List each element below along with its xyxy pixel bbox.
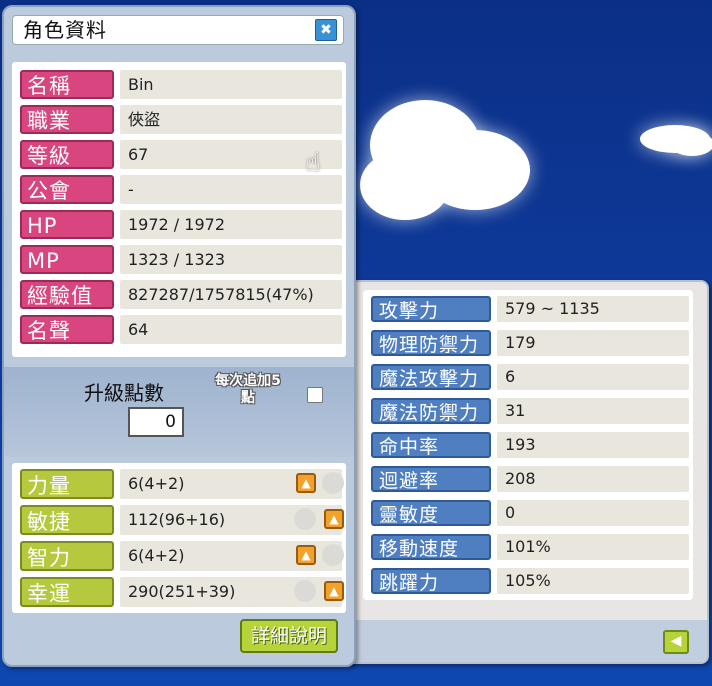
detail-row-accuracy: 命中率 193 <box>371 430 689 460</box>
profile-section: 名稱 Bin 職業 俠盜 等級 67 公會 - HP 1972 / 1972 M… <box>12 62 346 357</box>
cloud <box>360 150 450 220</box>
detail-value: 0 <box>497 500 689 526</box>
detail-label: 命中率 <box>371 432 491 458</box>
auto-add-label: 每次追加5 點 <box>215 373 281 406</box>
profile-label: 名稱 <box>20 70 114 99</box>
detail-row-hands: 靈敏度 0 <box>371 498 689 528</box>
arrow-up-icon: ▲ <box>329 512 339 526</box>
empty-slot <box>294 580 316 602</box>
detail-value: 6 <box>497 364 689 390</box>
detail-row-magic-attack: 魔法攻擊力 6 <box>371 362 689 392</box>
profile-value: 1972 / 1972 <box>120 210 342 239</box>
stat-label: 幸運 <box>20 577 114 607</box>
detail-label: 靈敏度 <box>371 500 491 526</box>
auto-add-checkbox[interactable] <box>307 387 323 403</box>
detail-value: 208 <box>497 466 689 492</box>
stat-row-str: 力量 6(4+2) ▲ <box>20 467 344 502</box>
detail-row-magic-defense: 魔法防禦力 31 <box>371 396 689 426</box>
profile-value: 827287/1757815(47%) <box>120 280 342 309</box>
profile-label: 名聲 <box>20 315 114 344</box>
close-x-icon: ✖ <box>320 22 332 38</box>
profile-value: - <box>120 175 342 204</box>
detail-panel: 攻擊力 579 ~ 1135 物理防禦力 179 魔法攻擊力 6 魔法防禦力 3… <box>345 280 709 664</box>
profile-row-job: 職業 俠盜 <box>20 103 342 136</box>
detail-label: 魔法攻擊力 <box>371 364 491 390</box>
profile-label: 等級 <box>20 140 114 169</box>
detail-footer: ◀ <box>347 620 707 662</box>
detail-row-avoidability: 迴避率 208 <box>371 464 689 494</box>
arrow-up-icon: ▲ <box>301 476 311 490</box>
stat-label: 智力 <box>20 541 114 571</box>
detail-row-speed: 移動速度 101% <box>371 532 689 562</box>
detail-row-attack: 攻擊力 579 ~ 1135 <box>371 294 689 324</box>
detail-label: 迴避率 <box>371 466 491 492</box>
detail-value: 193 <box>497 432 689 458</box>
profile-value: 64 <box>120 315 342 344</box>
int-up-button[interactable]: ▲ <box>296 545 316 565</box>
empty-slot <box>322 472 344 494</box>
window-title: 角色資料 <box>23 18 107 42</box>
detail-value: 579 ~ 1135 <box>497 296 689 322</box>
stats-section: 力量 6(4+2) ▲ 敏捷 112(96+16) ▲ 智力 6(4+2) ▲ … <box>12 463 346 613</box>
detail-value: 179 <box>497 330 689 356</box>
profile-value: 1323 / 1323 <box>120 245 342 274</box>
detail-label: 移動速度 <box>371 534 491 560</box>
detail-value: 31 <box>497 398 689 424</box>
profile-label: 公會 <box>20 175 114 204</box>
stat-row-luk: 幸運 290(251+39) ▲ <box>20 575 344 610</box>
luk-up-button[interactable]: ▲ <box>324 581 344 601</box>
detail-label: 物理防禦力 <box>371 330 491 356</box>
level-points-section: 升級點數 0 每次追加5 點 <box>4 367 354 457</box>
close-button[interactable]: ✖ <box>315 19 337 41</box>
profile-row-level: 等級 67 <box>20 138 342 171</box>
profile-row-mp: MP 1323 / 1323 <box>20 243 342 276</box>
empty-slot <box>294 508 316 530</box>
cloud <box>670 132 712 156</box>
profile-label: MP <box>20 245 114 274</box>
profile-label: 經驗值 <box>20 280 114 309</box>
stat-row-dex: 敏捷 112(96+16) ▲ <box>20 503 344 538</box>
profile-value: Bin <box>120 70 342 99</box>
character-info-window: 角色資料 ✖ 名稱 Bin 職業 俠盜 等級 67 公會 - HP 1972 /… <box>2 5 356 667</box>
stat-row-int: 智力 6(4+2) ▲ <box>20 539 344 574</box>
level-points-label: 升級點數 <box>84 381 164 405</box>
profile-label: HP <box>20 210 114 239</box>
detail-row-jump: 跳躍力 105% <box>371 566 689 596</box>
detail-label: 攻擊力 <box>371 296 491 322</box>
profile-row-exp: 經驗值 827287/1757815(47%) <box>20 278 342 311</box>
back-button[interactable]: ◀ <box>663 630 689 654</box>
stat-label: 力量 <box>20 469 114 499</box>
profile-value: 俠盜 <box>120 105 342 134</box>
profile-row-name: 名稱 Bin <box>20 68 342 101</box>
profile-row-fame: 名聲 64 <box>20 313 342 346</box>
arrow-up-icon: ▲ <box>329 584 339 598</box>
profile-label: 職業 <box>20 105 114 134</box>
dex-up-button[interactable]: ▲ <box>324 509 344 529</box>
profile-row-guild: 公會 - <box>20 173 342 206</box>
str-up-button[interactable]: ▲ <box>296 473 316 493</box>
detail-list: 攻擊力 579 ~ 1135 物理防禦力 179 魔法攻擊力 6 魔法防禦力 3… <box>363 290 693 600</box>
arrow-up-icon: ▲ <box>301 548 311 562</box>
profile-row-hp: HP 1972 / 1972 <box>20 208 342 241</box>
arrow-left-icon: ◀ <box>670 633 682 649</box>
detail-label: 跳躍力 <box>371 568 491 594</box>
empty-slot <box>322 544 344 566</box>
detail-button[interactable]: 詳細說明 <box>240 619 338 653</box>
detail-value: 101% <box>497 534 689 560</box>
hand-cursor-icon: ☝ <box>305 148 321 178</box>
detail-row-physical-defense: 物理防禦力 179 <box>371 328 689 358</box>
detail-label: 魔法防禦力 <box>371 398 491 424</box>
detail-value: 105% <box>497 568 689 594</box>
stat-label: 敏捷 <box>20 505 114 535</box>
title-bar[interactable]: 角色資料 ✖ <box>12 15 344 45</box>
level-points-value: 0 <box>128 407 184 437</box>
